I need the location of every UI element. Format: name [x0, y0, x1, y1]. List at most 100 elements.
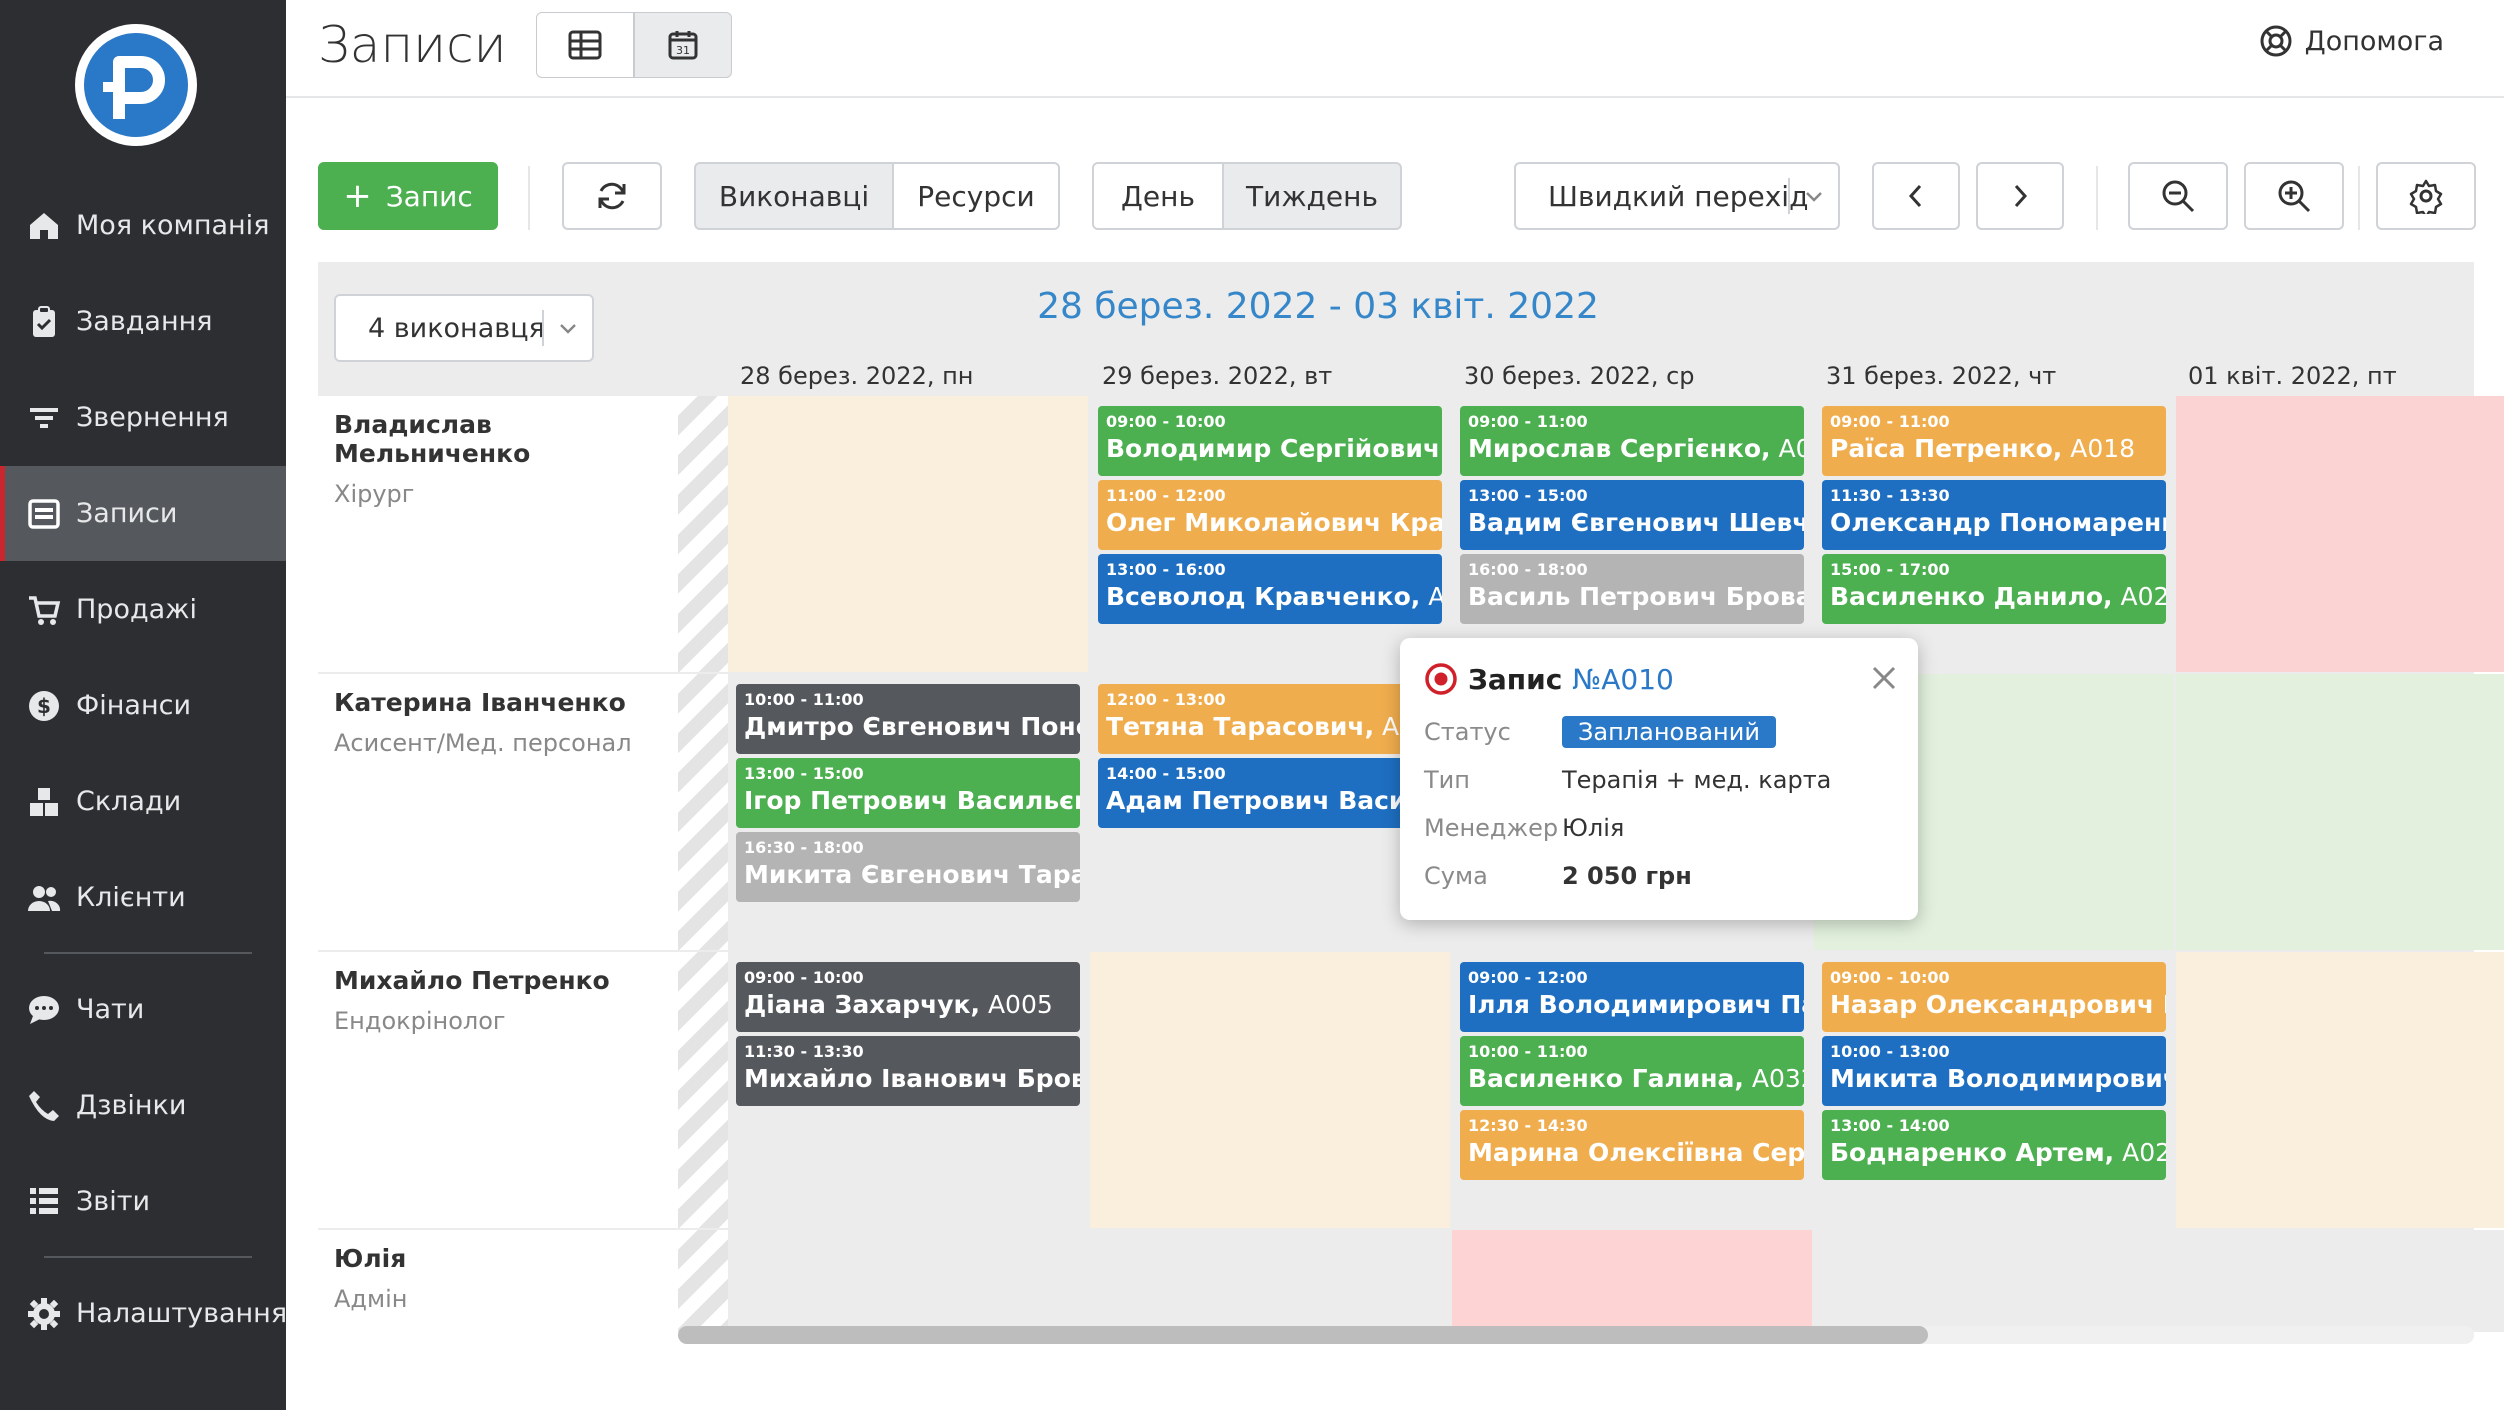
horizontal-scrollbar-thumb[interactable] — [678, 1326, 1928, 1344]
sidebar-item[interactable]: Налаштування — [0, 1266, 287, 1361]
appointment-event[interactable]: 15:00 - 17:00 Василенко Данило, A024 — [1822, 554, 2166, 624]
appointment-event[interactable]: 13:00 - 16:00 Всеволод Кравченко, A009 — [1098, 554, 1442, 624]
day-header[interactable]: 28 берез. 2022, пн — [740, 362, 973, 390]
sidebar-item-label: Клієнти — [76, 882, 186, 913]
sidebar-item[interactable]: Моя компанія — [0, 178, 286, 273]
event-time: 12:30 - 14:30 — [1468, 1116, 1588, 1135]
performers-tab[interactable]: Виконавці — [694, 162, 894, 230]
refresh-button[interactable] — [562, 162, 662, 230]
chevron-down-icon — [1806, 192, 1822, 202]
popup-title-label: Запис — [1468, 662, 1573, 696]
event-client: Володимир Сергійович Сергієнко — [1106, 434, 1442, 463]
performer-row-header[interactable]: Владислав Мельниченко Хірург — [318, 396, 678, 672]
calendar-cell[interactable] — [1090, 952, 1450, 1228]
sidebar-item-label: Звіти — [76, 1186, 150, 1217]
event-client: Василенко Данило, — [1830, 582, 2113, 611]
event-client: Василь Петрович Броварчук — [1468, 582, 1804, 611]
add-record-button[interactable]: + Запис — [318, 162, 498, 230]
appointment-event[interactable]: 10:00 - 13:00 Микита Володимирович Сергіє… — [1822, 1036, 2166, 1106]
performer-row-header[interactable]: Юлія Адмін — [318, 1230, 678, 1332]
sidebar-item[interactable]: Клієнти — [0, 850, 286, 945]
zoom-in-icon — [2278, 180, 2311, 213]
appointment-event[interactable]: 10:00 - 11:00 Дмитро Євгенович Пономаренк… — [736, 684, 1080, 754]
add-record-label: Запис — [385, 179, 473, 213]
sidebar-item[interactable]: Звіти — [0, 1154, 286, 1249]
appointment-event[interactable]: 09:00 - 10:00 Діана Захарчук, A005 — [736, 962, 1080, 1032]
appointment-event[interactable]: 12:30 - 14:30 Марина Олексіївна Сергієнко — [1460, 1110, 1804, 1180]
calendar-cell[interactable] — [2176, 396, 2504, 672]
sidebar-item[interactable]: Продажі — [0, 562, 286, 657]
appointment-event[interactable]: 11:00 - 12:00 Олег Миколайович Кравчук — [1098, 480, 1442, 550]
day-header[interactable]: 30 берез. 2022, ср — [1464, 362, 1695, 390]
appointment-event[interactable]: 12:00 - 13:00Тетяна Тарасович, A001 — [1098, 684, 1442, 754]
gear-icon — [26, 1296, 62, 1332]
event-client: Мирослав Сергієнко, — [1468, 434, 1771, 463]
calendar-cell[interactable] — [2176, 952, 2504, 1228]
day-view-button[interactable]: День — [1092, 162, 1224, 230]
calendar-cell[interactable] — [1090, 1230, 1450, 1332]
company-logo[interactable] — [75, 24, 197, 146]
calendar-cell[interactable] — [1452, 1230, 1812, 1332]
sidebar-item[interactable]: Чати — [0, 962, 286, 1057]
sum-label: Сума — [1424, 862, 1488, 890]
event-client: Дмитро Євгенович Пономаренко — [744, 712, 1080, 741]
appointment-event[interactable]: 16:00 - 18:00 Василь Петрович Броварчук — [1460, 554, 1804, 624]
day-header[interactable]: 31 берез. 2022, чт — [1826, 362, 2056, 390]
help-link[interactable]: Допомога — [2259, 24, 2444, 58]
calendar-cell[interactable] — [1814, 1230, 2174, 1332]
event-time: 09:00 - 10:00 — [744, 968, 864, 987]
quick-jump-select[interactable]: Швидкий перехід — [1514, 162, 1840, 230]
calendar-cell[interactable] — [728, 396, 1088, 672]
sidebar-item[interactable]: Завдання — [0, 274, 286, 369]
appointment-event[interactable]: 13:00 - 15:00Вадим Євгенович Шевчук, A — [1460, 480, 1804, 550]
performers-filter-select[interactable]: 4 виконавця — [334, 294, 594, 362]
event-code: A005 — [980, 990, 1053, 1019]
zoom-out-button[interactable] — [2128, 162, 2228, 230]
calendar-cell[interactable] — [2176, 1230, 2504, 1332]
day-header[interactable]: 29 берез. 2022, вт — [1102, 362, 1332, 390]
performers-label: Виконавці — [718, 179, 870, 213]
zoom-in-button[interactable] — [2244, 162, 2344, 230]
event-client: Михайло Іванович Броварчук — [744, 1064, 1080, 1093]
sidebar-item-label: Записи — [76, 498, 178, 529]
appointment-event[interactable]: 14:00 - 15:00 Адам Петрович Васильєв — [1098, 758, 1442, 828]
performer-role: Хірург — [334, 480, 415, 508]
sidebar-item[interactable]: Звернення — [0, 370, 286, 465]
appointment-event[interactable]: 16:30 - 18:00 Микита Євгенович Таращук — [736, 832, 1080, 902]
sidebar-item[interactable]: Записи — [0, 466, 286, 561]
sidebar-item[interactable]: Склади — [0, 754, 286, 849]
week-view-button[interactable]: Тиждень — [1222, 162, 1402, 230]
appointment-event[interactable]: 11:30 - 13:30 Михайло Іванович Броварчук — [736, 1036, 1080, 1106]
record-number-link[interactable]: №A010 — [1572, 663, 1674, 696]
settings-button[interactable] — [2376, 162, 2476, 230]
performer-row-header[interactable]: Михайло Петренко Ендокрінолог — [318, 952, 678, 1228]
appointment-event[interactable]: 09:00 - 11:00 Мирослав Сергієнко, A003 — [1460, 406, 1804, 476]
appointment-event[interactable]: 10:00 - 11:00 Василенко Галина, A032 — [1460, 1036, 1804, 1106]
chat-icon — [26, 992, 62, 1028]
event-code: A027 — [2122, 1138, 2166, 1167]
day-header[interactable]: 01 квіт. 2022, пт — [2188, 362, 2397, 390]
close-icon[interactable] — [1870, 664, 1898, 692]
appointment-event[interactable]: 09:00 - 12:00 Ілля Володимирович Панасенк… — [1460, 962, 1804, 1032]
appointment-event[interactable]: 09:00 - 11:00 Раїса Петренко, A018 — [1822, 406, 2166, 476]
sidebar-item[interactable]: $ Фінанси — [0, 658, 286, 753]
event-time: 09:00 - 11:00 — [1830, 412, 1950, 431]
resources-tab[interactable]: Ресурси — [892, 162, 1060, 230]
next-week-button[interactable] — [1976, 162, 2064, 230]
calendar-cell[interactable] — [2176, 674, 2504, 950]
appointment-event[interactable]: 11:30 - 13:30Олександр Пономаренко, A — [1822, 480, 2166, 550]
previous-week-button[interactable] — [1872, 162, 1960, 230]
appointment-event[interactable]: 09:00 - 10:00 Назар Олександрович Кравчук — [1822, 962, 2166, 1032]
performer-row-header[interactable]: Катерина Іванченко Асисент/Мед. персонал — [318, 674, 678, 950]
sidebar-item[interactable]: Дзвінки — [0, 1058, 286, 1153]
cart-icon — [26, 592, 62, 628]
calendar-view-toggle[interactable]: 31 — [634, 12, 732, 78]
event-code: A032 — [1751, 1064, 1804, 1093]
event-client: Ігор Петрович Васильєв, — [744, 786, 1080, 815]
table-view-toggle[interactable] — [536, 12, 634, 78]
calendar-cell[interactable] — [728, 1230, 1088, 1332]
appointment-event[interactable]: 09:00 - 10:00 Володимир Сергійович Сергіє… — [1098, 406, 1442, 476]
top-bar: Записи 31 Допомога — [286, 0, 2504, 98]
appointment-event[interactable]: 13:00 - 14:00 Боднаренко Артем, A027 — [1822, 1110, 2166, 1180]
appointment-event[interactable]: 13:00 - 15:00Ігор Петрович Васильєв, A0 — [736, 758, 1080, 828]
